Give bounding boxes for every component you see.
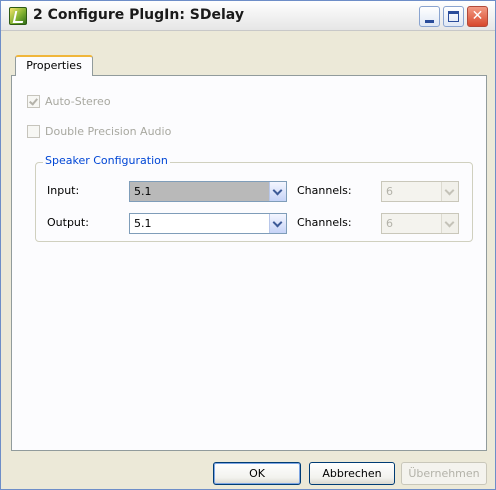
maximize-button[interactable]: [443, 6, 464, 27]
auto-stereo-checkbox-box[interactable]: [27, 95, 40, 108]
output-channels-select[interactable]: 6: [381, 213, 459, 234]
auto-stereo-checkbox[interactable]: Auto-Stereo: [27, 95, 147, 109]
chevron-down-icon[interactable]: [441, 182, 458, 201]
input-select-value: 5.1: [134, 185, 152, 198]
output-channels-label: Channels:: [297, 216, 352, 229]
output-select-value: 5.1: [134, 217, 152, 230]
plugin-app-icon: [9, 7, 27, 25]
minimize-button[interactable]: [419, 6, 440, 27]
output-label: Output:: [47, 216, 89, 229]
chevron-down-icon[interactable]: [269, 214, 286, 233]
auto-stereo-label: Auto-Stereo: [45, 95, 111, 108]
apply-button[interactable]: Übernehmen: [401, 462, 487, 485]
configure-plugin-dialog: 2 Configure PlugIn: SDelay ✕ Properties …: [0, 0, 496, 490]
close-icon: ✕: [471, 8, 484, 24]
input-label: Input:: [47, 184, 80, 197]
cancel-button[interactable]: Abbrechen: [309, 462, 395, 485]
ok-button[interactable]: OK: [213, 462, 301, 485]
double-precision-label: Double Precision Audio: [45, 125, 172, 138]
output-channels-value: 6: [386, 217, 393, 230]
output-select[interactable]: 5.1: [129, 213, 287, 234]
speaker-configuration-title: Speaker Configuration: [43, 154, 170, 167]
close-button[interactable]: ✕: [467, 6, 488, 27]
maximize-icon: [448, 11, 459, 22]
input-channels-select[interactable]: 6: [381, 181, 459, 202]
checkmark-icon: [29, 96, 38, 106]
input-channels-label: Channels:: [297, 184, 352, 197]
title-bar[interactable]: 2 Configure PlugIn: SDelay ✕: [1, 1, 495, 31]
double-precision-checkbox[interactable]: Double Precision Audio: [27, 125, 227, 139]
chevron-down-icon[interactable]: [441, 214, 458, 233]
tab-properties[interactable]: Properties: [15, 55, 93, 76]
double-precision-checkbox-box[interactable]: [27, 125, 40, 138]
window-title: 2 Configure PlugIn: SDelay: [33, 7, 244, 23]
input-select[interactable]: 5.1: [129, 181, 287, 202]
minimize-icon: [425, 20, 434, 23]
input-channels-value: 6: [386, 185, 393, 198]
chevron-down-icon[interactable]: [269, 182, 286, 201]
